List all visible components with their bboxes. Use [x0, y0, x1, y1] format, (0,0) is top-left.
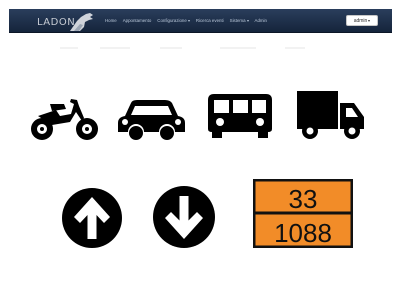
- menu-system[interactable]: Sistema: [230, 18, 249, 23]
- menu-appointments[interactable]: Appontamento: [123, 18, 152, 23]
- motorcycle-icon[interactable]: [30, 96, 100, 142]
- chevron-down-icon: [187, 19, 190, 22]
- menu-admin[interactable]: Admin: [255, 18, 267, 23]
- arrow-down-circle-icon[interactable]: [152, 185, 216, 249]
- hazard-plate: 33 1088: [253, 179, 353, 248]
- user-menu-button[interactable]: admin: [346, 15, 378, 26]
- menu-event-search[interactable]: Ricerca eventi: [196, 18, 224, 23]
- bus-icon[interactable]: [206, 93, 274, 141]
- hazard-id-number: 33: [289, 184, 318, 214]
- top-navbar: LADON Home Appontamento Configurazione R…: [9, 9, 392, 33]
- menu-configuration[interactable]: Configurazione: [157, 18, 190, 23]
- brand-logo[interactable]: LADON: [35, 12, 101, 32]
- car-icon[interactable]: [117, 99, 186, 141]
- horse-logo-icon: [70, 13, 93, 31]
- main-menu: Home Appontamento Configurazione Ricerca…: [105, 9, 273, 32]
- user-name: admin: [353, 17, 368, 24]
- chevron-down-icon: [246, 19, 249, 22]
- truck-icon[interactable]: [296, 91, 366, 141]
- un-number: 1088: [274, 218, 332, 248]
- arrow-up-circle-icon[interactable]: [61, 187, 123, 249]
- menu-home[interactable]: Home: [105, 18, 117, 23]
- chevron-down-icon: [368, 19, 371, 22]
- hidden-header-text: [60, 47, 310, 51]
- window-frame: [0, 0, 397, 9]
